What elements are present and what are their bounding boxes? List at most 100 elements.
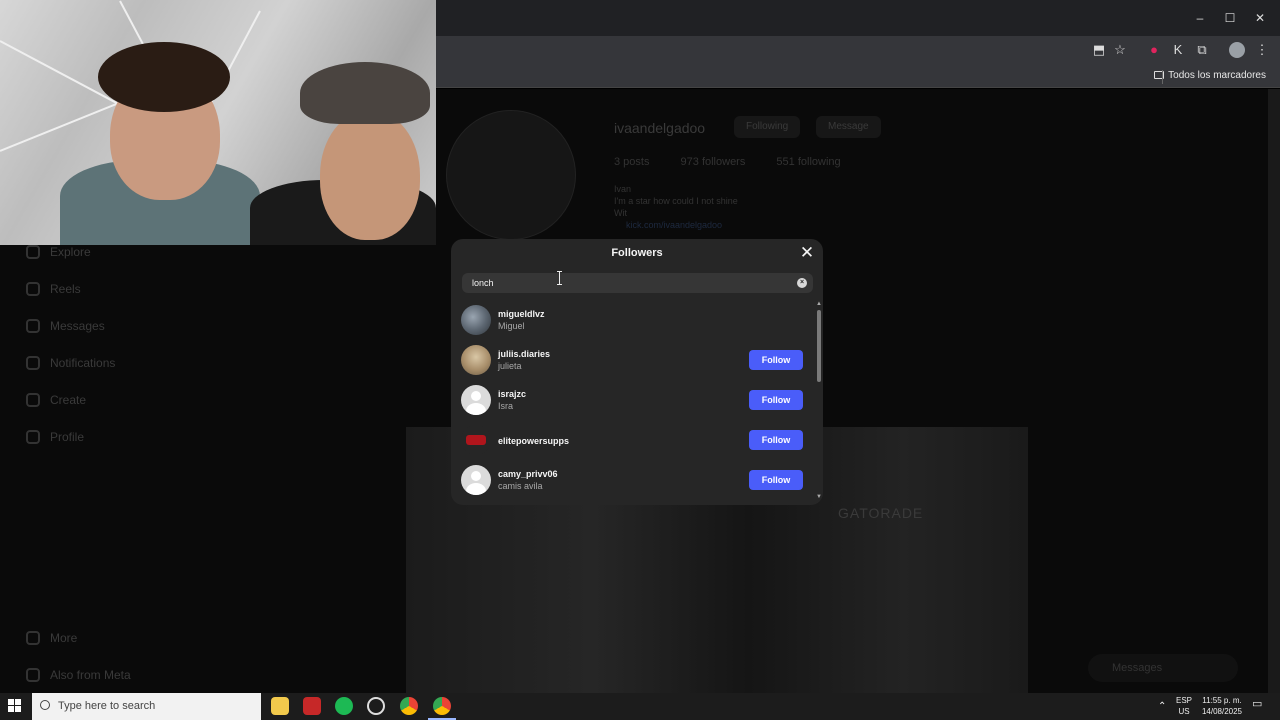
follower-username[interactable]: migueldlvz (498, 309, 545, 319)
file-explorer-icon[interactable] (271, 697, 289, 715)
obs-icon[interactable] (367, 697, 385, 715)
app-icon[interactable] (303, 697, 321, 715)
keyboard-region: US (1178, 707, 1190, 716)
clock-time: 11:55 p. m. (1202, 696, 1242, 705)
posts-count: 3 posts (614, 156, 650, 168)
follow-button[interactable]: Follow (749, 430, 803, 450)
follower-full-name: Isra (498, 401, 514, 411)
profile-username: ivaandelgadoo (614, 120, 706, 136)
extension-icon[interactable]: ● (1146, 42, 1162, 58)
follower-row[interactable]: israjzc Isra Follow (451, 380, 817, 420)
follow-button[interactable]: Follow (749, 390, 803, 410)
screen: – ☐ ✕ ⬒ ☆ ● K ⧉ ⋮ Todos los marcadores E… (0, 0, 1280, 720)
nav-more[interactable]: More (26, 631, 77, 645)
close-icon[interactable]: ✕ (799, 243, 815, 263)
follow-button[interactable]: Follow (749, 470, 803, 490)
minimize-button[interactable]: – (1185, 8, 1215, 28)
meta-icon (26, 668, 40, 682)
follow-button[interactable]: Follow (749, 350, 803, 370)
nav-notifications[interactable]: Notifications (26, 356, 115, 370)
followers-list: migueldlvz Miguel juliis.diaries julieta… (451, 300, 823, 505)
windows-taskbar: Type here to search ⌃ ESP US 11:55 p. m.… (0, 693, 1280, 720)
follower-row[interactable]: camy_privv06 camis avila Follow (451, 460, 817, 500)
reels-icon (26, 282, 40, 296)
following-button[interactable]: Following (734, 116, 801, 138)
search-input[interactable] (472, 273, 772, 293)
nav-label: Reels (50, 282, 81, 296)
clock-date: 14/08/2025 (1201, 707, 1243, 716)
nav-label: Explore (50, 245, 91, 259)
nav-label: Also from Meta (50, 668, 131, 682)
plus-icon (26, 393, 40, 407)
messages-pill[interactable]: Messages (1088, 654, 1238, 682)
avatar[interactable] (461, 305, 491, 335)
follower-row[interactable]: juliis.diaries julieta Follow (451, 340, 817, 380)
browser-menu-icon[interactable]: ⋮ (1254, 42, 1270, 58)
nav-meta[interactable]: Also from Meta (26, 668, 131, 682)
follower-username[interactable]: elitepowersupps (498, 436, 569, 446)
extensions-puzzle-icon[interactable]: ⧉ (1194, 42, 1210, 58)
windows-start-icon[interactable] (8, 699, 22, 713)
profile-avatar-icon[interactable] (1229, 42, 1245, 58)
chevron-up-icon[interactable]: ⌃ (1158, 701, 1166, 712)
brand-logo-icon (466, 435, 486, 445)
modal-scrollbar[interactable]: ▲ ▼ (815, 301, 823, 501)
follower-username[interactable]: israjzc (498, 389, 526, 399)
modal-title: Followers (611, 247, 663, 259)
taskbar-search-placeholder: Type here to search (58, 700, 156, 712)
chrome-icon[interactable] (400, 697, 418, 715)
follower-full-name: julieta (498, 361, 522, 371)
follower-row[interactable]: migueldlvz Miguel (451, 300, 817, 340)
scrollbar-thumb[interactable] (817, 310, 821, 382)
extension-k-icon[interactable]: K (1170, 42, 1186, 58)
messages-icon (26, 319, 40, 333)
followers-count[interactable]: 973 followers (681, 156, 746, 168)
clear-search-icon[interactable]: × (797, 278, 807, 288)
menu-icon (26, 631, 40, 645)
scroll-up-icon[interactable]: ▲ (816, 301, 822, 307)
follower-username[interactable]: camy_privv06 (498, 469, 558, 479)
bio-line: I'm a star how could I not shine (614, 196, 738, 206)
follower-full-name: camis avila (498, 481, 543, 491)
notification-icon[interactable]: ▭ (1252, 699, 1262, 710)
install-app-icon[interactable]: ⬒ (1091, 42, 1107, 58)
close-window-button[interactable]: ✕ (1245, 8, 1275, 28)
profile-avatar[interactable] (446, 110, 576, 240)
bio-link[interactable]: kick.com/ivaandelgadoo (626, 220, 722, 230)
nav-create[interactable]: Create (26, 393, 86, 407)
taskbar-search[interactable]: Type here to search (32, 693, 261, 720)
nav-label: Create (50, 393, 87, 407)
default-avatar-icon[interactable] (461, 385, 491, 415)
scroll-down-icon[interactable]: ▼ (816, 494, 822, 500)
search-box: × (462, 273, 813, 293)
follower-row[interactable]: elitepowersupps Follow (451, 420, 817, 460)
nav-reels[interactable]: Reels (26, 282, 81, 296)
chrome-active-icon[interactable] (433, 697, 451, 715)
nav-messages[interactable]: Messages (26, 319, 105, 333)
avatar[interactable] (461, 345, 491, 375)
message-button[interactable]: Message (816, 116, 881, 138)
bio-line: Wit (614, 208, 627, 218)
followers-modal: Followers ✕ × migueldlvz Miguel juliis.d… (451, 239, 823, 505)
nav-label: Profile (50, 430, 85, 444)
maximize-button[interactable]: ☐ (1215, 8, 1245, 28)
default-avatar-icon[interactable] (461, 465, 491, 495)
following-count[interactable]: 551 following (776, 156, 840, 168)
nav-profile[interactable]: Profile (26, 430, 84, 444)
person-right-face (320, 110, 420, 240)
search-icon (40, 700, 50, 710)
follower-username[interactable]: juliis.diaries (498, 349, 550, 359)
page-scrollbar[interactable] (1268, 89, 1280, 693)
avatar[interactable] (461, 425, 491, 455)
person-right-cap (300, 62, 430, 124)
heart-icon (26, 356, 40, 370)
profile-stats: 3 posts 973 followers 551 following (614, 156, 869, 168)
language-indicator[interactable]: ESP US (1176, 695, 1192, 717)
nav-explore[interactable]: Explore (26, 245, 91, 259)
nav-label: More (50, 631, 78, 645)
clock[interactable]: 11:55 p. m. 14/08/2025 (1198, 695, 1246, 717)
bookmark-star-icon[interactable]: ☆ (1112, 42, 1128, 58)
spotify-icon[interactable] (335, 697, 353, 715)
all-bookmarks-folder[interactable]: Todos los marcadores (1154, 70, 1266, 81)
text-cursor-icon (557, 271, 563, 285)
